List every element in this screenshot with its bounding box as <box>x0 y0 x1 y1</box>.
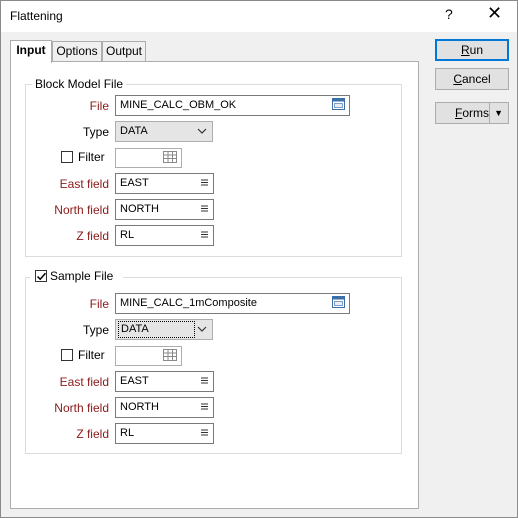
bm-north-value: NORTH <box>120 203 159 215</box>
bm-file-label: File <box>89 99 109 113</box>
dropdown-arrow-icon[interactable]: ▼ <box>494 103 503 123</box>
bm-east-label: East field <box>59 177 109 191</box>
cancel-mnemonic: C <box>453 72 462 86</box>
input-tab-panel: Block Model File File MINE_CALC_OBM_OK T… <box>10 61 419 509</box>
sample-type-select[interactable]: DATA <box>115 319 213 340</box>
help-button[interactable]: ? <box>445 6 453 22</box>
tab-options[interactable]: Options <box>52 41 102 61</box>
bm-north-label: North field <box>54 203 109 217</box>
run-button[interactable]: Run <box>435 39 509 61</box>
bm-filter-input[interactable] <box>115 148 182 168</box>
bm-z-label: Z field <box>76 229 109 243</box>
sample-east-value: EAST <box>120 375 149 387</box>
sample-file-checkbox[interactable] <box>35 270 47 282</box>
bm-east-input[interactable]: EAST <box>115 173 214 194</box>
sample-filter-checkbox[interactable] <box>61 349 73 361</box>
list-icon[interactable] <box>201 202 209 221</box>
sample-north-input[interactable]: NORTH <box>115 397 214 418</box>
sample-file-input[interactable]: MINE_CALC_1mComposite <box>115 293 350 314</box>
cancel-label-rest: ancel <box>461 72 491 86</box>
table-icon[interactable] <box>163 151 177 166</box>
bm-file-value: MINE_CALC_OBM_OK <box>120 99 237 111</box>
file-browse-icon[interactable] <box>332 98 345 118</box>
bm-filter-label: Filter <box>78 150 105 164</box>
bm-z-value: RL <box>120 229 135 241</box>
list-icon[interactable] <box>201 374 209 393</box>
forms-split-divider <box>489 103 490 123</box>
bm-type-select[interactable]: DATA <box>115 121 213 142</box>
sample-north-label: North field <box>54 401 109 415</box>
sample-east-input[interactable]: EAST <box>115 371 214 392</box>
chevron-down-icon <box>197 122 207 147</box>
sample-z-label: Z field <box>76 427 109 441</box>
sample-east-label: East field <box>59 375 109 389</box>
block-model-legend: Block Model File <box>32 77 127 91</box>
tab-input-label: Input <box>16 43 46 57</box>
bm-file-input[interactable]: MINE_CALC_OBM_OK <box>115 95 350 116</box>
run-label-rest: un <box>469 43 484 57</box>
tab-options-label: Options <box>56 44 98 58</box>
tab-output[interactable]: Output <box>102 41 146 61</box>
bm-east-value: EAST <box>120 177 149 189</box>
window-title: Flattening <box>10 9 63 23</box>
checkmark-icon <box>36 272 47 281</box>
sample-file-value: MINE_CALC_1mComposite <box>120 297 257 309</box>
forms-label-rest: orms <box>462 106 490 120</box>
sample-z-input[interactable]: RL <box>115 423 214 444</box>
list-icon[interactable] <box>201 228 209 247</box>
file-browse-icon[interactable] <box>332 296 345 316</box>
list-icon[interactable] <box>201 400 209 419</box>
cancel-button[interactable]: Cancel <box>435 68 509 90</box>
list-icon[interactable] <box>201 176 209 195</box>
sample-north-value: NORTH <box>120 401 159 413</box>
sample-filter-label: Filter <box>78 348 105 362</box>
sample-type-label: Type <box>82 323 109 337</box>
table-icon[interactable] <box>163 349 177 364</box>
flattening-dialog: Flattening ? ✕ Input Options Output Bloc… <box>0 0 518 518</box>
bm-filter-checkbox[interactable] <box>61 151 73 163</box>
tab-input[interactable]: Input <box>10 40 52 63</box>
sample-filter-input[interactable] <box>115 346 182 366</box>
bm-north-input[interactable]: NORTH <box>115 199 214 220</box>
list-icon[interactable] <box>201 426 209 445</box>
close-button[interactable]: ✕ <box>487 3 502 23</box>
forms-button[interactable]: Forms ▼ <box>435 102 509 124</box>
chevron-down-icon <box>197 320 207 345</box>
title-bar: Flattening ? ✕ <box>1 1 517 32</box>
tab-output-label: Output <box>105 44 143 58</box>
run-mnemonic: R <box>460 43 470 57</box>
sample-type-value: DATA <box>118 321 195 338</box>
sample-file-label: File <box>89 297 109 311</box>
bm-z-input[interactable]: RL <box>115 225 214 246</box>
bm-type-value: DATA <box>120 125 148 137</box>
bm-type-label: Type <box>82 125 109 139</box>
sample-z-value: RL <box>120 427 135 439</box>
